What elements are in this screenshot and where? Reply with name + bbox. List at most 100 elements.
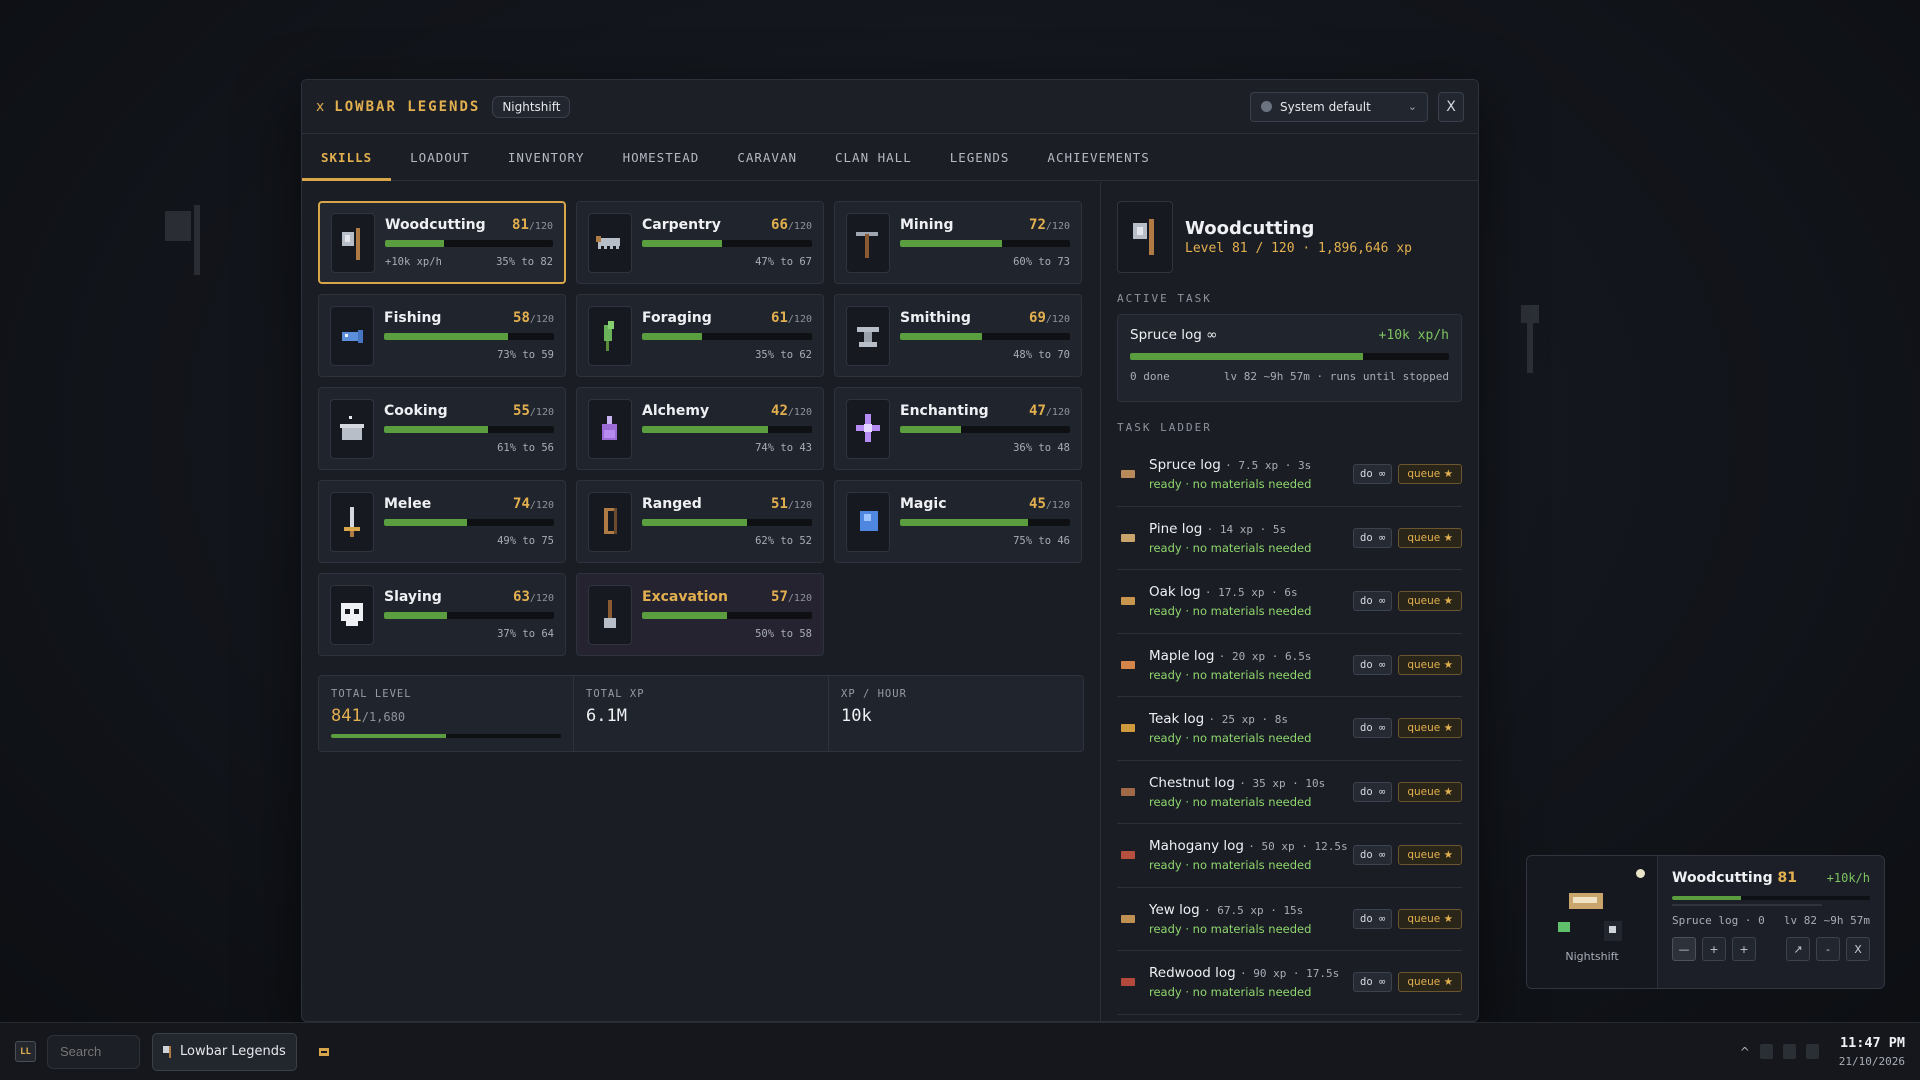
close-widget-button[interactable]: X [1846,937,1870,961]
skill-progress-bar [900,519,1070,526]
skill-card-enchanting[interactable]: Enchanting 47/120 36% to 48 [834,387,1082,470]
skill-level: 69 [1029,310,1046,326]
tab-loadout[interactable]: LOADOUT [391,134,489,180]
skill-card-fishing[interactable]: Fishing 58/120 73% to 59 [318,294,566,377]
queue-button[interactable]: queue ★ [1398,591,1462,612]
skill-card-magic[interactable]: Magic 45/120 75% to 46 [834,480,1082,563]
total-level: TOTAL LEVEL 841/1,680 [319,676,574,751]
skill-progress-fill [900,240,1002,247]
taskbar-clock[interactable]: 11:47 PM 21/10/2026 [1839,1035,1905,1068]
ladder-item-meta: · 7.5 xp · 3s [1225,459,1312,473]
total-level-label: TOTAL LEVEL [331,688,412,700]
skill-name: Alchemy [642,403,710,419]
queue-button[interactable]: queue ★ [1398,781,1462,802]
do-forever-button[interactable]: do ∞ [1353,464,1393,485]
do-forever-button[interactable]: do ∞ [1353,972,1393,993]
skill-progress-fill [384,333,509,340]
skill-card-cooking[interactable]: Cooking 55/120 61% to 56 [318,387,566,470]
do-forever-button[interactable]: do ∞ [1353,591,1393,612]
tab-achievements[interactable]: ACHIEVEMENTS [1028,134,1168,180]
anvil-icon [846,305,890,366]
do-forever-button[interactable]: do ∞ [1353,908,1393,929]
skills-panel: Woodcutting 81/120 +10k xp/h 35% to 82 Carpe… [302,182,1100,1021]
queue-button[interactable]: queue ★ [1398,845,1462,866]
tray-network-icon[interactable] [1759,1044,1773,1059]
skill-progress-text: 47% to 67 [755,256,812,268]
queue-button[interactable]: queue ★ [1398,527,1462,548]
skill-card-alchemy[interactable]: Alchemy 42/120 74% to 43 [576,387,824,470]
ladder-item-status: ready · no materials needed [1149,477,1312,492]
ladder-row-teak-log: Teak log · 25 xp · 8s ready · no material… [1117,697,1462,761]
skill-card-ranged[interactable]: Ranged 51/120 62% to 52 [576,480,824,563]
do-forever-button[interactable]: do ∞ [1353,845,1393,866]
tab-caravan[interactable]: CARAVAN [718,134,816,180]
tray-expand-icon[interactable]: ^ [1740,1045,1750,1059]
widget-scene: Nightshift [1527,856,1658,988]
skill-progress-fill [385,240,444,247]
skill-progress-bar [642,426,812,433]
do-forever-button[interactable]: do ∞ [1353,654,1393,675]
skill-progress-text: 35% to 82 [496,256,553,268]
do-forever-button[interactable]: do ∞ [1353,781,1393,802]
skill-level: 63 [513,589,530,605]
ladder-item-meta: · 14 xp · 5s [1206,522,1287,536]
tab-clan-hall[interactable]: CLAN HALL [816,134,931,180]
queue-button[interactable]: queue ★ [1398,654,1462,675]
add-button[interactable]: + [1702,937,1726,961]
skill-name: Foraging [642,310,712,326]
profile-badge[interactable]: Nightshift [492,95,571,118]
skill-card-woodcutting[interactable]: Woodcutting 81/120 +10k xp/h 35% to 82 [318,201,566,284]
skill-card-melee[interactable]: Melee 74/120 49% to 75 [318,480,566,563]
skill-card-excavation[interactable]: Excavation 57/120 50% to 58 [576,573,824,656]
tab-legends[interactable]: LEGENDS [931,134,1029,180]
skill-progress-fill [642,426,768,433]
app-axe-icon [163,1045,171,1058]
active-task-card: Spruce log ∞ +10k xp/h 0 done lv 82 ~9h … [1117,314,1462,402]
ladder-item-name: Oak log [1149,584,1201,601]
skill-name: Magic [900,496,947,512]
queue-button[interactable]: queue ★ [1398,908,1462,929]
do-forever-button[interactable]: do ∞ [1353,718,1393,739]
stop-button[interactable]: — [1672,937,1696,961]
taskbar-extra-icon[interactable] [318,1047,329,1056]
queue-button[interactable]: queue ★ [1398,464,1462,485]
minimize-button[interactable]: - [1816,937,1840,961]
taskbar-app-lowbar-legends[interactable]: Lowbar Legends [152,1032,297,1071]
tray-volume-icon[interactable] [1782,1044,1796,1059]
close-button[interactable]: X [1438,91,1464,122]
background-axe-icon [165,205,200,275]
tab-homestead[interactable]: HOMESTEAD [604,134,719,180]
start-button[interactable]: LL [15,1041,36,1062]
skill-progress-bar [900,426,1070,433]
ladder-row-maple-log: Maple log · 20 xp · 6.5s ready · no mater… [1117,634,1462,697]
skill-progress-fill [384,612,447,619]
theme-select[interactable]: System default ⌄ [1250,91,1428,122]
do-forever-button[interactable]: do ∞ [1353,527,1393,548]
skill-card-smithing[interactable]: Smithing 69/120 48% to 70 [834,294,1082,377]
skill-card-foraging[interactable]: Foraging 61/120 35% to 62 [576,294,824,377]
skill-progress-text: 61% to 56 [497,442,554,454]
widget-bar-fill [1672,896,1742,900]
skill-progress-fill [642,612,727,619]
skill-max-level: /120 [1045,314,1070,325]
totals-bar: TOTAL LEVEL 841/1,680 TOTAL XP 6.1M XP /… [318,675,1084,752]
mini-tracker-widget[interactable]: Nightshift Woodcutting 81 +10k/h Spruce … [1526,855,1885,989]
log-icon [1121,851,1135,860]
skill-name: Woodcutting [385,217,486,233]
tray-battery-icon[interactable] [1805,1044,1819,1059]
taskbar-search-input[interactable] [47,1034,140,1069]
skill-card-carpentry[interactable]: Carpentry 66/120 47% to 67 [576,201,824,284]
add-more-button[interactable]: + [1732,937,1756,961]
tab-skills[interactable]: SKILLS [302,134,392,181]
ladder-item-name: Teak log [1149,711,1205,728]
skill-level: 45 [1029,496,1046,512]
skill-card-mining[interactable]: Mining 72/120 60% to 73 [834,201,1082,284]
axe-icon [1117,201,1173,273]
queue-button[interactable]: queue ★ [1398,718,1462,739]
skill-card-slaying[interactable]: Slaying 63/120 37% to 64 [318,573,566,656]
task-ladder: Spruce log · 7.5 xp · 3s ready · no mater… [1117,443,1462,1015]
pickaxe-icon [846,212,890,273]
queue-button[interactable]: queue ★ [1398,972,1462,993]
tab-inventory[interactable]: INVENTORY [489,134,604,180]
popout-button[interactable]: ↗ [1786,937,1810,961]
